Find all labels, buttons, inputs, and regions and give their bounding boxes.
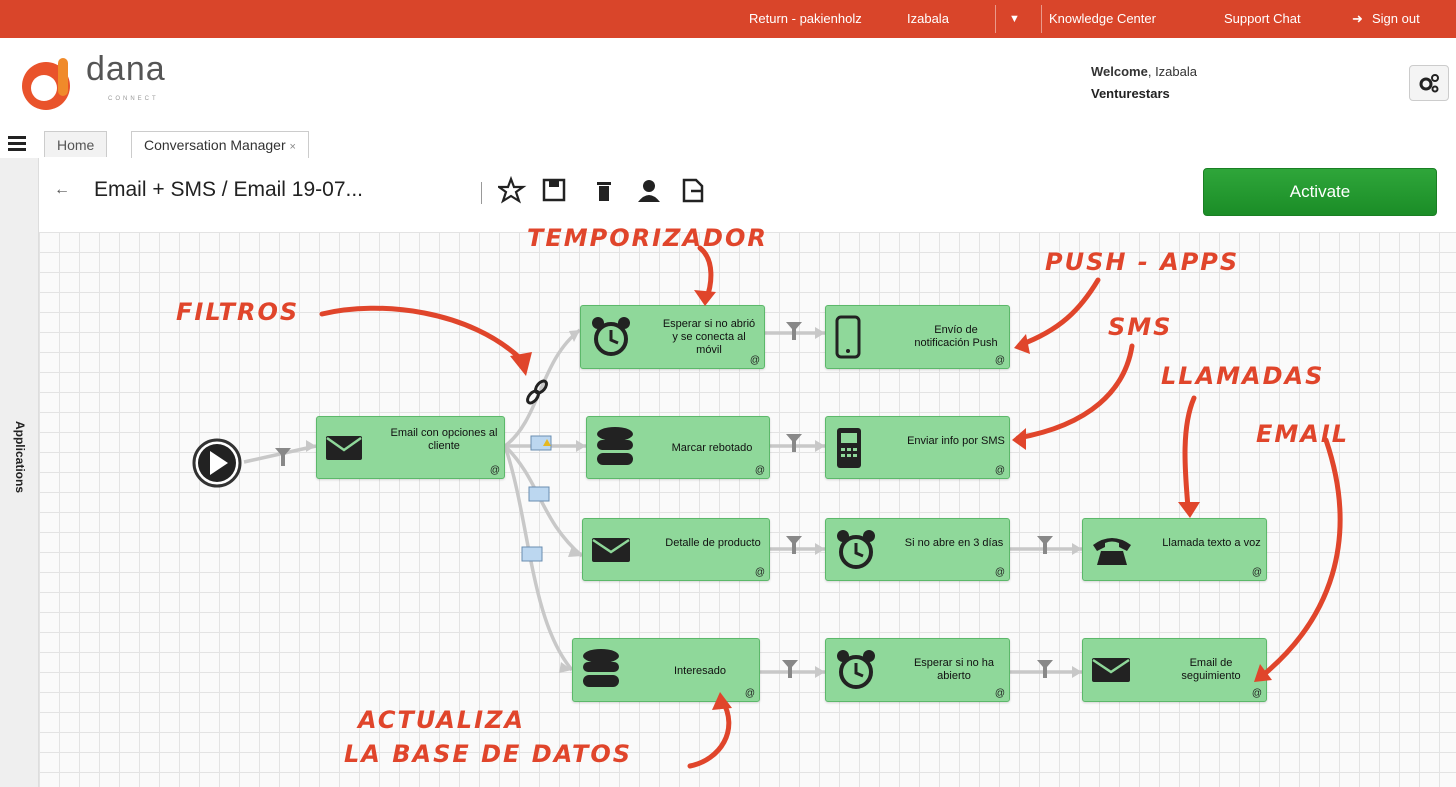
annotation-base-de-datos: LA BASE DE DATOS (344, 740, 633, 768)
annotation-actualiza: ACTUALIZA (358, 706, 526, 734)
annotation-filtros: FILTROS (176, 298, 300, 326)
annotation-arrows (319, 245, 1343, 769)
annotation-push-apps: PUSH - APPS (1045, 248, 1240, 276)
annotation-temporizador: TEMPORIZADOR (527, 224, 768, 252)
annotation-email: EMAIL (1256, 420, 1350, 448)
annotation-sms: SMS (1108, 313, 1173, 341)
annotation-llamadas: LLAMADAS (1161, 362, 1325, 390)
